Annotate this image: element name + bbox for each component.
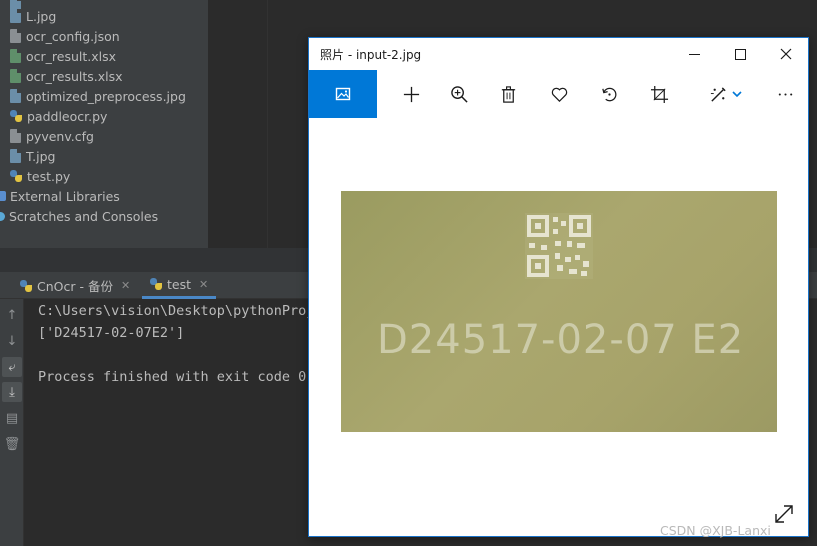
photo-engraved-text: D24517-02-07 E2 [377,317,745,363]
console-line: Process finished with exit code 0 [38,369,307,385]
minimize-button[interactable] [671,38,717,70]
spreadsheet-file-icon [10,49,21,63]
tree-item-file[interactable]: ocr_results.xlsx [10,66,123,86]
tree-item-file[interactable]: L.jpg [10,6,56,26]
scroll-to-end-icon[interactable]: ⤓ [2,382,22,402]
favorite-button[interactable] [537,70,581,118]
image-icon [335,87,351,101]
close-icon [780,48,792,60]
python-file-icon [10,110,22,122]
json-file-icon [10,29,21,43]
add-button[interactable] [389,70,433,118]
trash-icon[interactable]: 🗑 [2,434,22,454]
rotate-icon [601,87,616,101]
file-name: ocr_results.xlsx [26,68,123,84]
tree-item-file[interactable]: paddleocr.py [10,106,107,126]
edit-draw-icon [710,86,726,102]
editor-gutter [208,0,268,248]
crop-icon [650,85,668,103]
file-name: L.jpg [26,8,57,24]
crop-button[interactable] [637,70,681,118]
trash-icon [501,85,515,103]
tree-item-file[interactable]: ocr_config.json [10,26,120,46]
watermark-text: CSDN @XJB-Lanxi [660,523,771,538]
tree-item-file[interactable]: ocr_result.xlsx [10,46,116,66]
more-icon [778,92,792,96]
config-file-icon [10,129,21,143]
viewer-toolbar [309,70,808,118]
project-tree-panel: L.jpg ocr_config.json ocr_result.xlsx oc… [0,0,208,262]
zoom-button[interactable] [437,70,481,118]
image-viewport[interactable]: D24517-02-07 E2 [309,118,808,536]
close-icon[interactable]: ✕ [199,278,208,291]
tree-item-file[interactable]: optimized_preprocess.jpg [10,86,186,106]
arrow-down-icon[interactable]: ↓ [2,331,22,351]
maximize-icon [734,48,746,60]
edit-button[interactable] [697,70,753,118]
file-name: T.jpg [26,148,56,164]
image-file-icon [10,9,21,23]
image-file-icon [10,149,21,163]
heart-icon [551,87,567,102]
close-button[interactable] [763,38,808,70]
qr-code-icon [525,213,593,279]
photo-image: D24517-02-07 E2 [341,191,777,432]
library-icon [0,191,6,201]
delete-button[interactable] [486,70,530,118]
soft-wrap-icon[interactable]: ⤶ [2,357,22,377]
spreadsheet-file-icon [10,69,21,83]
console-line: C:\Users\vision\Desktop\pythonProj [38,303,315,319]
plus-icon [403,86,419,102]
tree-label: Scratches and Consoles [9,208,159,224]
image-file-icon [10,89,21,103]
run-tab-cnocr[interactable]: CnOcr - 备份 ✕ [12,272,138,299]
file-name: optimized_preprocess.jpg [26,88,186,104]
file-name: paddleocr.py [27,108,108,124]
tree-label: External Libraries [10,188,120,204]
photo-viewer-window: 照片 - input-2.jpg D24517-02-07 E2 [308,37,809,537]
zoom-in-icon [450,85,468,103]
python-icon [150,278,162,290]
close-icon[interactable]: ✕ [121,279,130,292]
arrow-up-icon[interactable]: ↑ [2,305,22,325]
file-name: ocr_result.xlsx [26,48,117,64]
file-name: test.py [27,168,71,184]
collection-button[interactable] [309,70,377,118]
python-file-icon [10,170,22,182]
tree-item-external-libraries[interactable]: External Libraries [0,186,120,206]
console-line: ['D24517-02-07E2'] [38,325,185,341]
fullscreen-icon[interactable] [772,502,796,526]
title-bar[interactable]: 照片 - input-2.jpg [309,38,808,70]
tree-item-file[interactable]: T.jpg [10,146,55,166]
file-name: ocr_config.json [26,28,120,44]
run-tab-test[interactable]: test ✕ [142,272,217,299]
python-icon [20,279,32,292]
tree-item-scratches[interactable]: Scratches and Consoles [0,206,158,226]
tree-item-file[interactable]: pyvenv.cfg [10,126,94,146]
minimize-icon [688,53,700,55]
maximize-button[interactable] [717,38,763,70]
window-title: 照片 - input-2.jpg [320,48,422,62]
run-toolbar: ↑ ↓ ⤶ ⤓ ▤ 🗑 [0,299,24,546]
chevron-down-icon [731,91,742,98]
tab-label: CnOcr - 备份 [37,279,113,294]
print-icon[interactable]: ▤ [2,408,22,428]
scratches-icon [0,211,5,221]
more-button[interactable] [763,70,807,118]
tab-label: test [167,276,192,292]
file-name: pyvenv.cfg [26,128,94,144]
rotate-button[interactable] [587,70,631,118]
tree-item-file[interactable]: test.py [10,166,70,186]
